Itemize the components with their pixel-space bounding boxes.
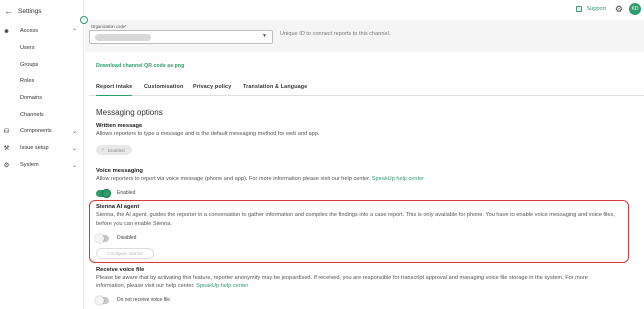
support-label: Support <box>586 6 606 12</box>
written-enabled-chip: ✓ Enabled <box>96 145 132 155</box>
sidebar-item-domains[interactable]: Domains <box>20 93 42 103</box>
sienna-toggle[interactable] <box>95 234 109 243</box>
sidebar-item-users[interactable]: Users <box>20 43 35 53</box>
tab-privacy-policy[interactable]: Privacy policy <box>193 84 231 96</box>
sidebar-group-access[interactable]: ☻ Access ⌃ <box>0 25 84 37</box>
sidebar-item-groups[interactable]: Groups <box>20 60 38 70</box>
org-code-value-redacted <box>95 34 151 41</box>
configure-sienna-button[interactable]: Configure Sienna <box>96 248 154 259</box>
top-bar: ? Support ⚙ KD <box>85 0 644 20</box>
people-icon: ☻ <box>3 27 10 35</box>
voice-messaging-toggle[interactable] <box>96 189 111 198</box>
sidebar-group-label: Issue setup <box>20 145 49 151</box>
sidebar-title: Settings <box>18 7 42 15</box>
chevron-down-icon: ⌄ <box>71 145 77 152</box>
chevron-down-icon: ⌄ <box>71 162 77 169</box>
sidebar-collapse-icon[interactable]: ‹ <box>80 16 88 24</box>
support-icon: ? <box>576 6 583 12</box>
sienna-status: Disabled <box>117 235 137 241</box>
voice-file-title: Receive voice file <box>96 267 145 273</box>
chevron-down-icon: ⌄ <box>71 128 77 135</box>
sidebar-group-components[interactable]: ⛁ Components ⌄ <box>0 125 84 137</box>
chevron-up-icon: ⌃ <box>71 28 77 35</box>
voice-file-status: Do not receive voice file <box>117 297 171 303</box>
tab-report-intake[interactable]: Report intake <box>96 84 133 96</box>
sienna-title: Sienna AI agent <box>96 204 140 210</box>
written-message-title: Written message <box>96 123 143 129</box>
back-arrow-icon[interactable]: ← <box>4 6 14 16</box>
sidebar-group-label: System <box>20 162 39 168</box>
dropdown-arrow-icon: ▼ <box>262 33 267 39</box>
sidebar-group-label: Access <box>20 28 39 34</box>
check-circle-icon: ✓ <box>101 147 105 152</box>
sienna-desc: Sienna, the AI agent, guides the reporte… <box>96 212 615 227</box>
voice-messaging-status: Enabled <box>117 190 136 196</box>
sidebar-item-roles[interactable]: Roles <box>20 76 34 86</box>
section-title: Messaging options <box>96 108 163 117</box>
avatar[interactable]: KD <box>629 3 641 15</box>
wrench-icon: ⚒ <box>3 145 10 152</box>
sidebar-header: ← Settings <box>4 5 42 17</box>
toggle-knob <box>95 234 104 243</box>
gear-icon: ⚙ <box>3 162 10 169</box>
help-center-link[interactable]: SpeakUp help center <box>196 283 248 289</box>
toggle-knob <box>102 189 111 198</box>
gear-icon[interactable]: ⚙ <box>615 4 623 15</box>
database-icon: ⛁ <box>3 128 10 135</box>
sidebar-item-channels[interactable]: Channels <box>20 110 44 120</box>
sidebar-group-system[interactable]: ⚙ System ⌄ <box>0 159 84 171</box>
tab-translation-language[interactable]: Translation & Language <box>243 84 307 96</box>
sidebar: ← Settings ☻ Access ⌃ Users Groups Roles… <box>0 0 84 309</box>
org-code-help: Unique ID to connect reports to this cha… <box>280 31 391 37</box>
written-message-desc: Allows reporters to type a message and i… <box>96 131 320 137</box>
sidebar-group-label: Components <box>20 128 52 134</box>
voice-file-desc-line2: information, please visit our help cente… <box>96 283 249 289</box>
tab-customisation[interactable]: Customisation <box>144 84 183 96</box>
toggle-knob <box>95 296 104 305</box>
chip-label: Enabled <box>107 147 125 153</box>
org-code-select[interactable]: ▼ <box>89 30 273 44</box>
tab-bar: Report intake Customisation Privacy poli… <box>89 82 644 96</box>
sienna-highlight-box <box>89 200 629 263</box>
org-code-label: Organization code* <box>91 24 127 29</box>
voice-file-toggle[interactable] <box>95 296 109 305</box>
support-link[interactable]: ? Support <box>576 6 606 12</box>
help-center-link[interactable]: SpeakUp help center <box>372 176 424 182</box>
download-qr-link[interactable]: Download channel QR code as png <box>96 63 184 69</box>
voice-messaging-title: Voice messaging <box>96 168 143 174</box>
voice-messaging-desc: Allow reporters to report via voice mess… <box>96 176 425 182</box>
sidebar-group-issue-setup[interactable]: ⚒ Issue setup ⌄ <box>0 142 84 154</box>
